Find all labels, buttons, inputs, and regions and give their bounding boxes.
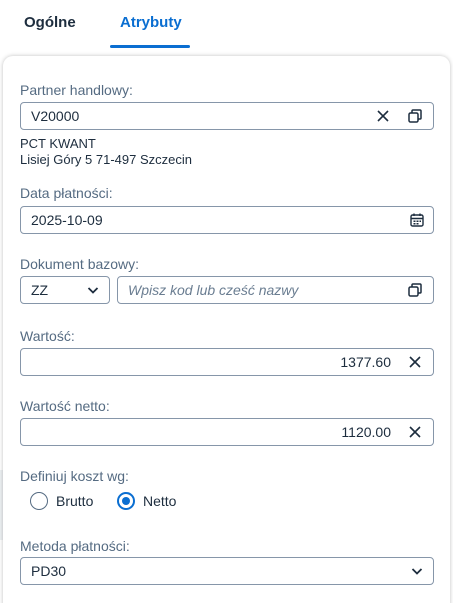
partner-field[interactable]: V20000 [20, 102, 434, 130]
payment-date-value: 2025-10-09 [31, 212, 103, 228]
document-type-value: ZZ [31, 282, 49, 298]
partner-address: Lisiej Góry 5 71-497 Szczecin [20, 152, 192, 167]
radio-netto-label: Netto [143, 493, 177, 509]
value-amount: 1377.60 [340, 354, 391, 370]
partner-value: V20000 [31, 108, 80, 124]
payment-method-value: PD30 [31, 563, 67, 579]
net-value-field[interactable]: 1120.00 [20, 418, 434, 446]
clear-icon[interactable] [405, 352, 425, 372]
tab-bar: Ogólne Atrybuty [0, 0, 453, 50]
chevron-down-icon [83, 280, 103, 300]
base-document-label: Dokument bazowy: [20, 256, 140, 272]
radio-brutto[interactable]: Brutto [30, 492, 93, 510]
cost-basis-label: Definiuj koszt wg: [20, 468, 129, 484]
document-search-placeholder: Wpisz kod lub cześć nazwy [128, 282, 299, 298]
document-type-select[interactable]: ZZ [20, 276, 110, 304]
radio-netto[interactable]: Netto [117, 492, 176, 510]
active-tab-indicator [110, 45, 190, 48]
calendar-icon[interactable] [407, 210, 427, 230]
payment-date-field[interactable]: 2025-10-09 [20, 206, 434, 234]
radio-netto-circle[interactable] [117, 492, 135, 510]
value-help-icon[interactable] [405, 106, 425, 126]
chevron-down-icon [407, 561, 427, 581]
payment-method-select[interactable]: PD30 [20, 557, 434, 585]
clear-icon[interactable] [373, 106, 393, 126]
value-label: Wartość: [20, 328, 75, 344]
payment-date-label: Data płatności: [20, 185, 113, 201]
tab-attributes[interactable]: Atrybuty [120, 14, 182, 31]
clear-icon[interactable] [405, 422, 425, 442]
document-search-input[interactable]: Wpisz kod lub cześć nazwy [117, 276, 434, 304]
net-value-label: Wartość netto: [20, 398, 110, 414]
partner-name: PCT KWANT [20, 136, 96, 151]
value-field[interactable]: 1377.60 [20, 348, 434, 376]
attributes-panel: Partner handlowy: V20000 PCT KWANT Lisie… [3, 56, 450, 603]
payment-method-label: Metoda płatności: [20, 538, 130, 554]
radio-brutto-label: Brutto [56, 493, 94, 509]
net-value-amount: 1120.00 [341, 424, 391, 440]
tab-general[interactable]: Ogólne [24, 14, 76, 31]
partner-label: Partner handlowy: [20, 82, 133, 98]
radio-brutto-circle[interactable] [30, 492, 48, 510]
value-help-icon[interactable] [405, 280, 425, 300]
